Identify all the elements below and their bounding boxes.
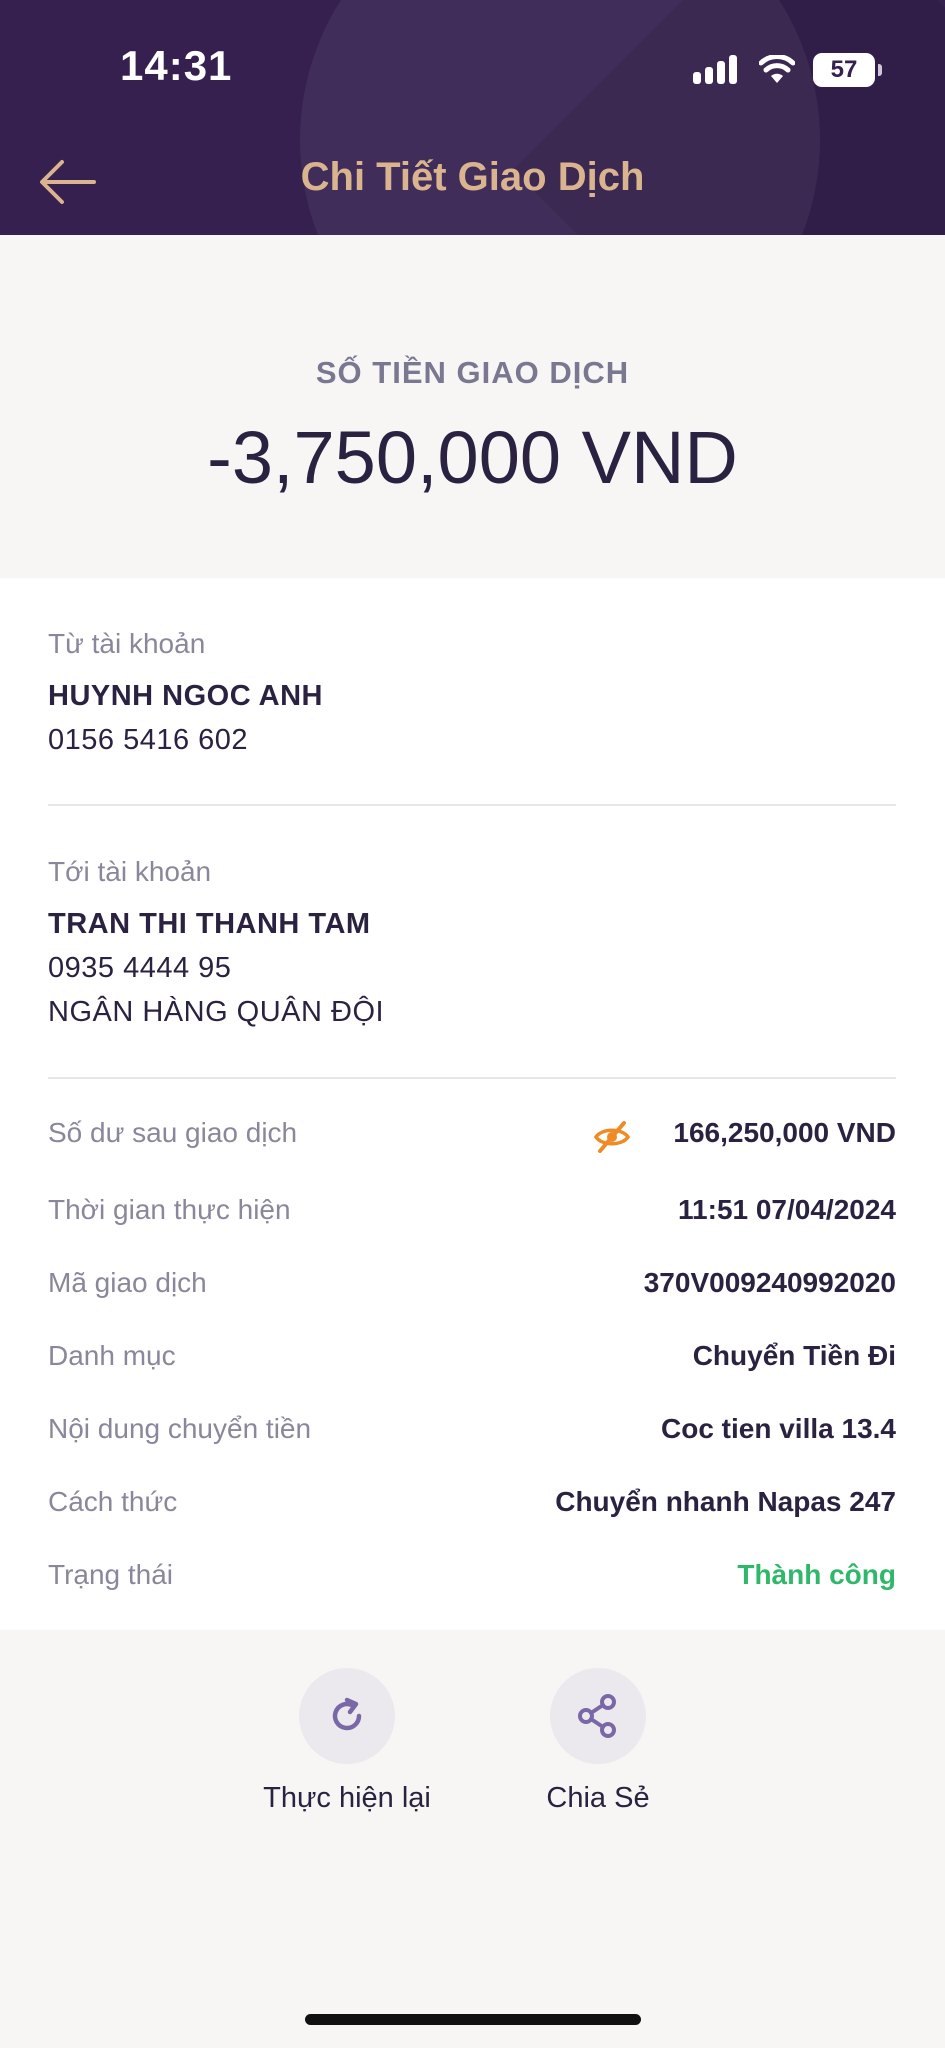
refresh-icon — [332, 1697, 362, 1731]
from-account-number: 0156 5416 602 — [48, 724, 249, 756]
to-account-name: TRAN THI THANH TAM — [48, 908, 371, 940]
share-button[interactable]: Chia Sẻ — [498, 1668, 698, 1815]
retry-button-circle[interactable] — [299, 1668, 395, 1764]
detail-row-content: Nội dung chuyển tiền Coc tien villa 13.4 — [48, 1413, 896, 1453]
retry-button-label: Thực hiện lại — [263, 1782, 431, 1814]
detail-value: 11:51 07/04/2024 — [678, 1194, 896, 1225]
detail-label: Mã giao dịch — [48, 1267, 207, 1298]
transaction-details: Từ tài khoản HUYNH NGOC ANH 0156 5416 60… — [0, 578, 945, 1630]
page-title: Chi Tiết Giao Dịch — [300, 155, 645, 199]
battery-icon: 57 — [813, 53, 882, 87]
detail-value: 166,250,000 VND — [673, 1117, 896, 1148]
header-bar: 14:31 57 Chi Tiết Giao Dịch — [0, 0, 945, 235]
detail-row-transaction-id: Mã giao dịch 370V009240992020 — [48, 1267, 896, 1307]
detail-row-category: Danh mục Chuyển Tiền Đi — [48, 1340, 896, 1380]
detail-label: Nội dung chuyển tiền — [48, 1413, 312, 1444]
detail-value: Chuyển nhanh Napas 247 — [555, 1486, 896, 1517]
status-icons: 57 — [693, 50, 882, 90]
detail-value: 370V009240992020 — [643, 1267, 896, 1298]
detail-label: Trạng thái — [48, 1559, 174, 1590]
detail-row-status: Trạng thái Thành công — [48, 1559, 896, 1599]
to-account-bank: NGÂN HÀNG QUÂN ĐỘI — [48, 996, 385, 1028]
to-account-number: 0935 4444 95 — [48, 952, 232, 984]
eye-off-icon[interactable] — [594, 1119, 630, 1155]
detail-label: Danh mục — [48, 1340, 176, 1371]
retry-button[interactable]: Thực hiện lại — [247, 1668, 447, 1815]
detail-row-balance: Số dư sau giao dịch 166,250,000 VND — [48, 1117, 896, 1157]
status-time: 14:31 — [120, 42, 233, 89]
divider — [48, 804, 896, 806]
from-account-name: HUYNH NGOC ANH — [48, 680, 323, 712]
detail-label: Thời gian thực hiện — [48, 1194, 291, 1225]
wifi-icon — [759, 55, 795, 83]
to-account-label: Tới tài khoản — [48, 856, 212, 887]
divider — [48, 1077, 896, 1079]
share-icon — [578, 1694, 616, 1738]
home-indicator[interactable] — [305, 2014, 641, 2025]
amount-label: SỐ TIỀN GIAO DỊCH — [315, 355, 630, 390]
from-account-label: Từ tài khoản — [48, 628, 206, 659]
detail-value: Coc tien villa 13.4 — [661, 1413, 896, 1444]
amount-section: SỐ TIỀN GIAO DỊCH -3,750,000 VND — [0, 235, 945, 578]
detail-value: Chuyển Tiền Đi — [692, 1340, 896, 1371]
detail-row-time: Thời gian thực hiện 11:51 07/04/2024 — [48, 1194, 896, 1234]
share-button-circle[interactable] — [550, 1668, 646, 1764]
status-badge: Thành công — [737, 1559, 896, 1590]
signal-icon — [693, 55, 737, 84]
detail-label: Số dư sau giao dịch — [48, 1117, 298, 1148]
detail-label: Cách thức — [48, 1486, 178, 1517]
amount-value: -3,750,000 VND — [207, 416, 738, 499]
detail-row-method: Cách thức Chuyển nhanh Napas 247 — [48, 1486, 896, 1526]
share-button-label: Chia Sẻ — [546, 1782, 650, 1814]
